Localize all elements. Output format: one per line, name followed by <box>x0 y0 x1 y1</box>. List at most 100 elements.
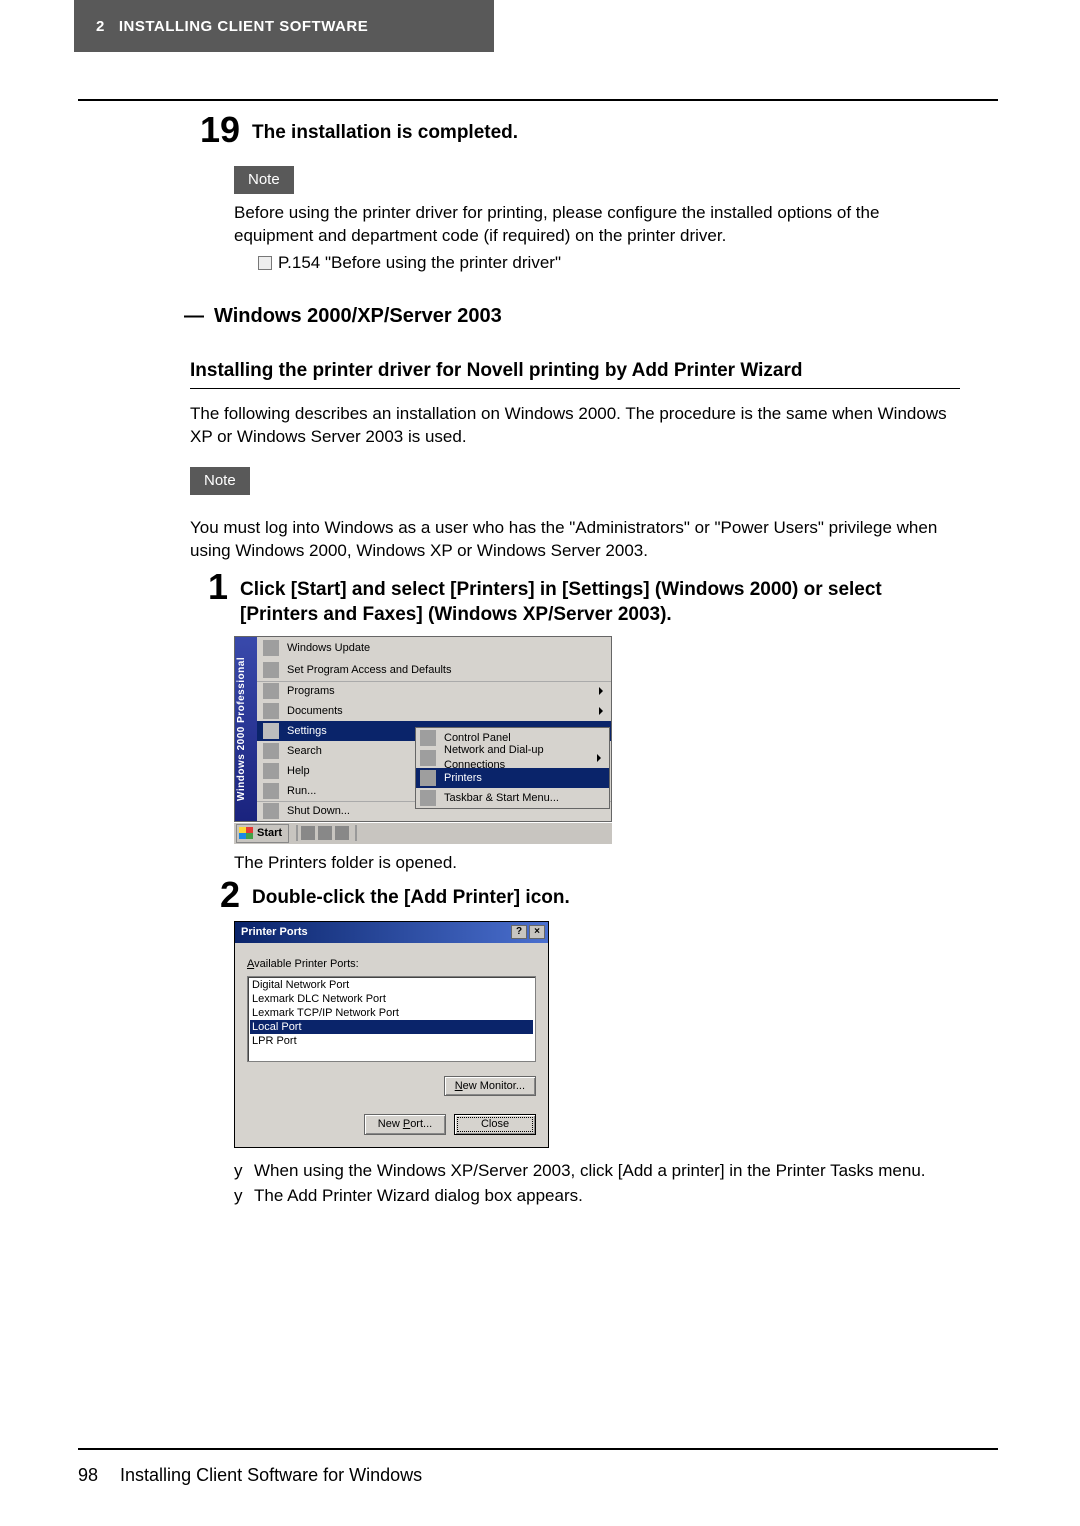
menu-item-programs[interactable]: Programs <box>257 681 611 701</box>
note-text: Before using the printer driver for prin… <box>234 202 960 248</box>
label: Settings <box>287 724 327 739</box>
mnemonic: N <box>455 1080 463 1092</box>
windows-update-icon <box>263 640 279 656</box>
documents-icon <box>263 703 279 719</box>
bullet-mark: y <box>234 1185 254 1208</box>
step-1: 1 Click [Start] and select [Printers] in… <box>190 573 960 628</box>
tray-icon[interactable] <box>301 826 315 840</box>
list-item-selected[interactable]: Local Port <box>250 1020 533 1034</box>
tray-icon[interactable] <box>335 826 349 840</box>
titlebar-buttons: ? × <box>511 925 545 939</box>
start-menu: Windows 2000 Professional Windows Update… <box>234 636 612 822</box>
submenu-printers[interactable]: Printers <box>416 768 609 788</box>
step-title: Double-click the [Add Printer] icon. <box>252 885 570 911</box>
note-badge: Note <box>190 467 250 495</box>
button-row-1: New Monitor... <box>247 1076 536 1097</box>
bullet-text: When using the Windows XP/Server 2003, c… <box>254 1160 926 1183</box>
chapter-header: 2 INSTALLING CLIENT SOFTWARE <box>74 0 494 52</box>
chevron-right-icon <box>597 754 601 762</box>
page: 2 INSTALLING CLIENT SOFTWARE 19 The inst… <box>0 0 1080 1526</box>
button-row-2: New Port... Close <box>247 1114 536 1135</box>
printers-icon <box>420 770 436 786</box>
chevron-right-icon <box>599 687 603 695</box>
settings-submenu: Control Panel Network and Dial-up Connec… <box>415 727 610 809</box>
list-item[interactable]: Lexmark TCP/IP Network Port <box>250 1006 533 1020</box>
close-button[interactable]: × <box>529 925 545 939</box>
footer-rule <box>78 1448 998 1450</box>
bullet-text: The Add Printer Wizard dialog box appear… <box>254 1185 583 1208</box>
available-ports-label: Available Printer Ports: <box>247 957 536 972</box>
available-ports-listbox[interactable]: Digital Network Port Lexmark DLC Network… <box>247 976 536 1062</box>
step-2: 2 Double-click the [Add Printer] icon. <box>190 881 960 913</box>
printer-ports-dialog: Printer Ports ? × Available Printer Port… <box>234 921 549 1148</box>
step-title: Click [Start] and select [Printers] in [… <box>240 577 960 628</box>
menu-item-documents[interactable]: Documents <box>257 701 611 721</box>
chapter-title: INSTALLING CLIENT SOFTWARE <box>119 18 368 35</box>
note-text-2: You must log into Windows as a user who … <box>190 517 960 563</box>
label: Documents <box>287 704 343 719</box>
post: ort... <box>410 1118 432 1130</box>
menu-item-program-access[interactable]: Set Program Access and Defaults <box>257 659 611 681</box>
menu-item-windows-update[interactable]: Windows Update <box>257 637 611 659</box>
label: Printers <box>444 771 482 786</box>
note-ref-row: P.154 "Before using the printer driver" <box>234 252 960 275</box>
subsection-intro: The following describes an installation … <box>190 403 960 449</box>
label: Taskbar & Start Menu... <box>444 791 559 806</box>
step-2-bullets: y When using the Windows XP/Server 2003,… <box>234 1160 960 1208</box>
control-panel-icon <box>420 730 436 746</box>
chapter-number: 2 <box>96 18 105 35</box>
start-button[interactable]: Start <box>236 824 289 843</box>
bullet-row: y When using the Windows XP/Server 2003,… <box>234 1160 960 1183</box>
step-number: 2 <box>190 877 240 913</box>
label-rest: vailable Printer Ports: <box>254 958 359 970</box>
dialog-body: Available Printer Ports: Digital Network… <box>235 943 548 1148</box>
label: Run... <box>287 784 316 799</box>
step-title: The installation is completed. <box>252 120 518 146</box>
program-access-icon <box>263 662 279 678</box>
tray-icon[interactable] <box>318 826 332 840</box>
step-19: 19 The installation is completed. <box>190 116 960 148</box>
shutdown-icon <box>263 803 279 819</box>
submenu-network[interactable]: Network and Dial-up Connections <box>416 748 609 768</box>
start-label: Start <box>257 826 282 841</box>
list-item[interactable]: Digital Network Port <box>250 978 533 992</box>
label: Help <box>287 764 310 779</box>
settings-icon <box>263 723 279 739</box>
list-item[interactable]: LPR Port <box>250 1034 533 1048</box>
programs-icon <box>263 683 279 699</box>
rest: ew Monitor... <box>463 1080 525 1092</box>
note-badge: Note <box>234 166 294 194</box>
start-menu-screenshot: Windows 2000 Professional Windows Update… <box>234 636 960 844</box>
content-area: 19 The installation is completed. Note B… <box>190 116 960 1210</box>
step-1-after: The Printers folder is opened. <box>234 852 960 875</box>
dialog-titlebar: Printer Ports ? × <box>235 922 548 943</box>
top-rule <box>78 99 998 101</box>
run-icon <box>263 783 279 799</box>
bullet-row: y The Add Printer Wizard dialog box appe… <box>234 1185 960 1208</box>
new-monitor-button[interactable]: New Monitor... <box>444 1076 536 1097</box>
section-heading: — Windows 2000/XP/Server 2003 <box>184 303 960 330</box>
list-item[interactable]: Lexmark DLC Network Port <box>250 992 533 1006</box>
windows-flag-icon <box>239 827 253 839</box>
label: Windows Update <box>287 641 370 656</box>
help-button[interactable]: ? <box>511 925 527 939</box>
page-number: 98 <box>78 1465 98 1486</box>
submenu-taskbar[interactable]: Taskbar & Start Menu... <box>416 788 609 808</box>
subsection-title: Installing the printer driver for Novell… <box>190 358 960 389</box>
new-port-button[interactable]: New Port... <box>364 1114 446 1135</box>
pre: New <box>378 1118 403 1130</box>
bullet-mark: y <box>234 1160 254 1183</box>
step-number: 19 <box>190 112 240 148</box>
section-title: Windows 2000/XP/Server 2003 <box>214 303 502 330</box>
taskbar-icon <box>420 790 436 806</box>
network-icon <box>420 750 436 766</box>
close-dialog-button[interactable]: Close <box>454 1114 536 1135</box>
taskbar-separator <box>355 825 357 841</box>
note-line1: Before using the printer driver for prin… <box>234 203 879 245</box>
step-number: 1 <box>190 569 228 605</box>
label: Set Program Access and Defaults <box>287 663 451 678</box>
start-menu-sideband: Windows 2000 Professional <box>235 637 257 821</box>
dialog-title: Printer Ports <box>241 925 308 940</box>
search-icon <box>263 743 279 759</box>
section-prefix: — <box>184 303 204 330</box>
